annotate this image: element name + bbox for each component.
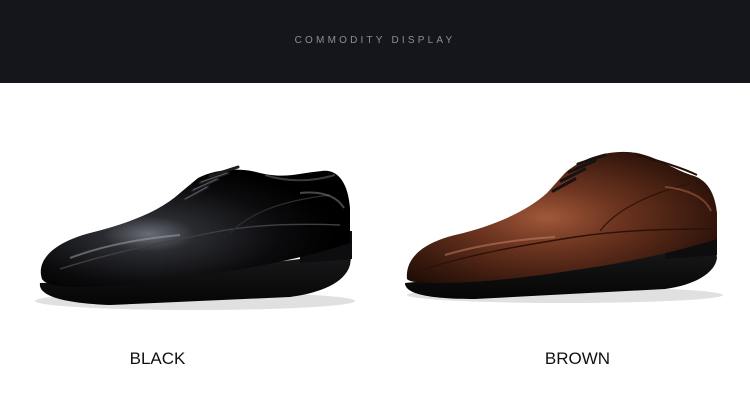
header-banner: COMMODITY DISPLAY — [0, 0, 750, 83]
color-label-black: BLACK — [129, 349, 186, 368]
page-title: COMMODITY DISPLAY — [294, 35, 456, 46]
commodity-display-page: COMMODITY DISPLAY BLACK BROWN — [0, 0, 750, 403]
black-oxford-shoe-image — [35, 165, 355, 310]
color-label-brown: BROWN — [544, 349, 611, 368]
brown-oxford-shoe-image — [405, 151, 723, 303]
product-card-brown[interactable]: BROWN — [375, 83, 750, 403]
product-card-black[interactable]: BLACK — [0, 83, 375, 403]
